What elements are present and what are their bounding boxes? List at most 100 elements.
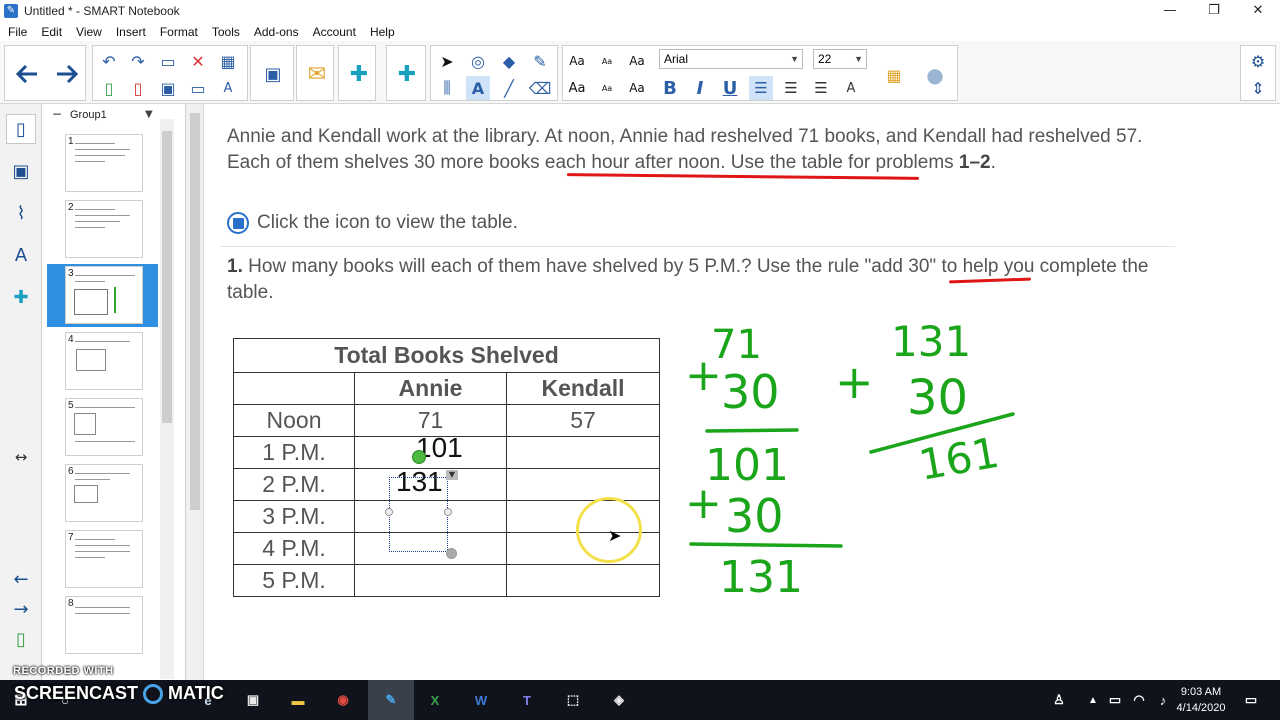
document-camera-icon[interactable]: ▣ <box>253 54 293 94</box>
previous-page-arrow-icon[interactable] <box>7 54 47 94</box>
kendall-cell[interactable]: 57 <box>506 404 660 437</box>
undo-icon[interactable]: ↶ <box>97 49 121 73</box>
kendall-cell[interactable] <box>506 468 660 501</box>
text-format-icon[interactable]: A <box>216 76 240 100</box>
people-icon[interactable]: ♙ <box>1046 688 1072 712</box>
screencast-app-icon[interactable]: ◈ <box>606 688 632 712</box>
properties-tab-icon[interactable]: A <box>6 240 36 270</box>
smart-notebook-task-icon[interactable]: ✎ <box>378 688 404 712</box>
resize-panel-icon[interactable]: ↔ <box>6 442 36 472</box>
line-tool-icon[interactable]: ╱ <box>497 76 521 100</box>
text-style-3[interactable]: Aa <box>625 49 649 73</box>
network-icon[interactable]: ▭ <box>1102 688 1128 712</box>
store-icon[interactable]: ▣ <box>240 688 266 712</box>
rotation-handle[interactable] <box>412 450 426 464</box>
addons-icon[interactable]: ✚ <box>339 54 379 94</box>
effects-icon[interactable]: ● <box>923 63 947 87</box>
delete-icon[interactable]: ✕ <box>186 49 210 73</box>
canvas-scrollbar-thumb[interactable] <box>190 113 200 510</box>
forward-arrow-icon[interactable]: → <box>6 594 36 624</box>
redo-icon[interactable]: ↷ <box>126 49 150 73</box>
text-style-5[interactable]: Aa <box>595 76 619 100</box>
clock-time[interactable]: 9:03 AM <box>1172 686 1230 698</box>
magic-pen-icon[interactable]: ✎ <box>528 49 552 73</box>
font-size-select[interactable]: 22 ▼ <box>813 49 867 69</box>
eraser-icon[interactable]: ⌫ <box>528 76 552 100</box>
object-menu-icon[interactable]: ▼ <box>446 470 458 480</box>
more-text-options-icon[interactable]: A <box>839 76 863 100</box>
menu-help[interactable]: Help <box>362 25 401 39</box>
annie-cell[interactable] <box>354 564 507 597</box>
underline-button[interactable]: U <box>718 76 742 100</box>
lab-activity-icon[interactable]: ✚ <box>387 54 427 94</box>
excel-icon[interactable]: X <box>422 688 448 712</box>
back-arrow-icon[interactable]: ← <box>6 564 36 594</box>
next-page-arrow-icon[interactable] <box>47 54 87 94</box>
notifications-icon[interactable]: ▭ <box>1238 688 1264 712</box>
maximize-button[interactable]: ❐ <box>1192 0 1236 22</box>
save-icon[interactable]: ▣ <box>156 76 180 100</box>
toolbar-move-icon[interactable]: ⇕ <box>1246 76 1270 100</box>
color-palette-icon[interactable]: ▦ <box>882 63 906 87</box>
resize-handle[interactable] <box>444 508 452 516</box>
menu-addons[interactable]: Add-ons <box>246 25 305 39</box>
file-explorer-icon[interactable]: ▬ <box>285 688 311 712</box>
fill-icon[interactable]: ◆ <box>497 49 521 73</box>
sorter-scrollbar-thumb[interactable] <box>162 131 172 423</box>
page-sorter-tab-icon[interactable]: ▯ <box>6 114 36 144</box>
menu-tools[interactable]: Tools <box>204 25 246 39</box>
align-right-icon[interactable]: ☰ <box>809 76 833 100</box>
table-view-icon[interactable] <box>227 212 249 234</box>
collapse-icon[interactable]: − <box>52 107 62 121</box>
gallery-tab-icon[interactable]: ▣ <box>6 156 36 186</box>
minimize-button[interactable]: — <box>1148 0 1192 22</box>
page-thumbnail-6[interactable]: 6 <box>65 464 143 522</box>
page-thumbnail-8[interactable]: 8 <box>65 596 143 654</box>
italic-button[interactable]: I <box>688 76 712 100</box>
resize-handle[interactable] <box>385 508 393 516</box>
text-style-4[interactable]: Aa <box>565 76 589 100</box>
align-left-icon[interactable]: ☰ <box>749 76 773 100</box>
teams-icon[interactable]: T <box>514 688 540 712</box>
addons-tab-icon[interactable]: ✚ <box>6 282 36 312</box>
screen-shade-icon[interactable]: ▭ <box>186 76 210 100</box>
response-icon[interactable]: ✉ <box>297 54 337 94</box>
kendall-cell[interactable] <box>506 564 660 597</box>
text-style-6[interactable]: Aa <box>625 76 649 100</box>
page-thumbnail-4[interactable]: 4 <box>65 332 143 390</box>
menu-account[interactable]: Account <box>305 25 362 39</box>
bold-button[interactable]: B <box>658 76 682 100</box>
text-tool-icon[interactable]: A <box>466 76 490 100</box>
page-thumbnail-5[interactable]: 5 <box>65 398 143 456</box>
notebook-page-canvas[interactable]: Annie and Kendall work at the library. A… <box>205 104 1280 680</box>
page-thumbnail-2[interactable]: 2 <box>65 200 143 258</box>
properties-icon[interactable]: ⫼ <box>435 76 459 100</box>
attachments-tab-icon[interactable]: ⌇ <box>6 198 36 228</box>
gear-icon[interactable]: ⚙ <box>1246 49 1270 73</box>
menu-file[interactable]: File <box>0 25 33 39</box>
text-style-2[interactable]: Aa <box>595 49 619 73</box>
text-style-1[interactable]: Aa <box>565 49 589 73</box>
add-page-icon[interactable]: ▯ <box>97 76 121 100</box>
table-icon[interactable]: ▦ <box>216 49 240 73</box>
word-icon[interactable]: W <box>468 688 494 712</box>
chrome-icon[interactable]: ◉ <box>330 688 356 712</box>
table-link-row[interactable]: Click the icon to view the table. <box>227 212 518 234</box>
menu-edit[interactable]: Edit <box>33 25 68 39</box>
page-thumbnail-7[interactable]: 7 <box>65 530 143 588</box>
align-center-icon[interactable]: ☰ <box>779 76 803 100</box>
clock-date[interactable]: 4/14/2020 <box>1172 702 1230 714</box>
chevron-down-icon[interactable]: ▼ <box>145 109 153 120</box>
font-name-select[interactable]: Arial ▼ <box>659 49 803 69</box>
close-button[interactable]: ✕ <box>1236 0 1280 22</box>
page-thumbnail-1[interactable]: 1 <box>65 134 143 192</box>
add-page-icon[interactable]: ▯ <box>6 624 36 654</box>
resize-handle[interactable] <box>446 548 457 559</box>
paste-icon[interactable]: ▭ <box>156 49 180 73</box>
delete-page-icon[interactable]: ▯ <box>126 76 150 100</box>
menu-view[interactable]: View <box>68 25 108 39</box>
text-selection-box[interactable] <box>389 477 448 552</box>
select-arrow-icon[interactable]: ➤ <box>435 49 459 73</box>
menu-insert[interactable]: Insert <box>108 25 152 39</box>
page-thumbnail-3[interactable]: 3 <box>65 266 143 324</box>
